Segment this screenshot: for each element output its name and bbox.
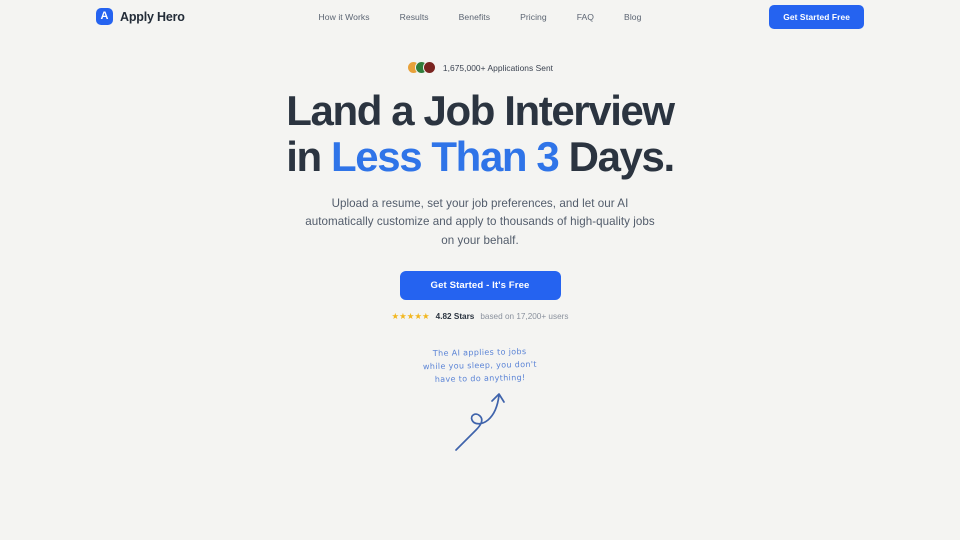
main-navigation: How it Works Results Benefits Pricing FA… bbox=[319, 12, 642, 22]
rating-user-count: based on 17,200+ users bbox=[480, 311, 569, 321]
nav-item-benefits[interactable]: Benefits bbox=[459, 12, 490, 22]
hero-annotation: The AI applies to jobs while you sleep, … bbox=[380, 347, 580, 452]
nav-item-results[interactable]: Results bbox=[400, 12, 429, 22]
nav-item-how-it-works[interactable]: How it Works bbox=[319, 12, 370, 22]
applications-sent-count: 1,675,000+ Applications Sent bbox=[442, 62, 554, 73]
annotation-text: The AI applies to jobs while you sleep, … bbox=[422, 346, 537, 384]
headline-line-2-prefix: in bbox=[286, 132, 332, 180]
headline-line-2-accent: Less Than 3 bbox=[331, 132, 560, 180]
avatar bbox=[422, 61, 436, 74]
avatar-stack bbox=[406, 61, 436, 74]
rating-score: 4.82 Stars bbox=[435, 311, 475, 321]
star-rating-icon: ★★★★★ bbox=[391, 311, 430, 322]
nav-item-blog[interactable]: Blog bbox=[624, 12, 641, 22]
curly-up-arrow-icon bbox=[455, 392, 505, 451]
header-get-started-button[interactable]: Get Started Free bbox=[769, 4, 864, 29]
hero-subheadline: Upload a resume, set your job preference… bbox=[305, 196, 655, 248]
headline-line-2-suffix: Days. bbox=[558, 132, 675, 180]
hero-get-started-button[interactable]: Get Started - It's Free bbox=[399, 270, 561, 300]
apply-hero-logo-icon: A bbox=[96, 8, 113, 25]
brand-name: Apply Hero bbox=[120, 9, 185, 24]
headline-line-1: Land a Job Interview bbox=[286, 87, 675, 134]
site-header: A Apply Hero How it Works Results Benefi… bbox=[0, 0, 960, 33]
brand-logo[interactable]: A Apply Hero bbox=[96, 8, 185, 25]
hero-section: 1,675,000+ Applications Sent Land a Job … bbox=[0, 33, 960, 452]
social-proof-badge: 1,675,000+ Applications Sent bbox=[406, 61, 554, 74]
rating-row: ★★★★★ 4.82 Stars based on 17,200+ users bbox=[392, 312, 569, 321]
nav-item-faq[interactable]: FAQ bbox=[577, 12, 594, 22]
nav-item-pricing[interactable]: Pricing bbox=[520, 12, 547, 22]
hero-headline: Land a Job Interview in Less Than 3 Days… bbox=[286, 87, 675, 180]
